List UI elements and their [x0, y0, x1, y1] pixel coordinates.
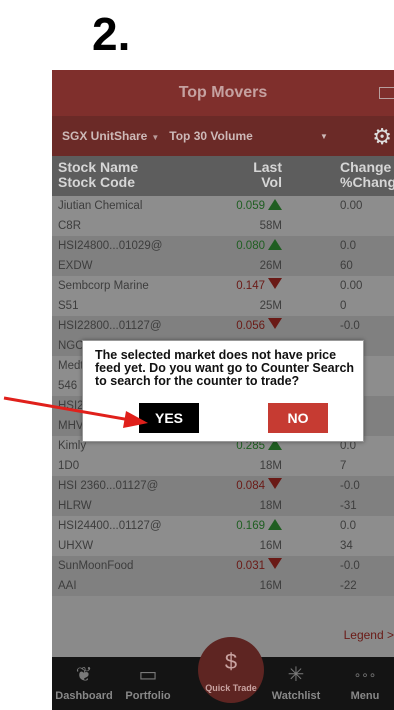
arrow-shaft: [3, 396, 131, 422]
arrow-head: [123, 411, 148, 428]
pointer-arrow: [3, 396, 148, 428]
